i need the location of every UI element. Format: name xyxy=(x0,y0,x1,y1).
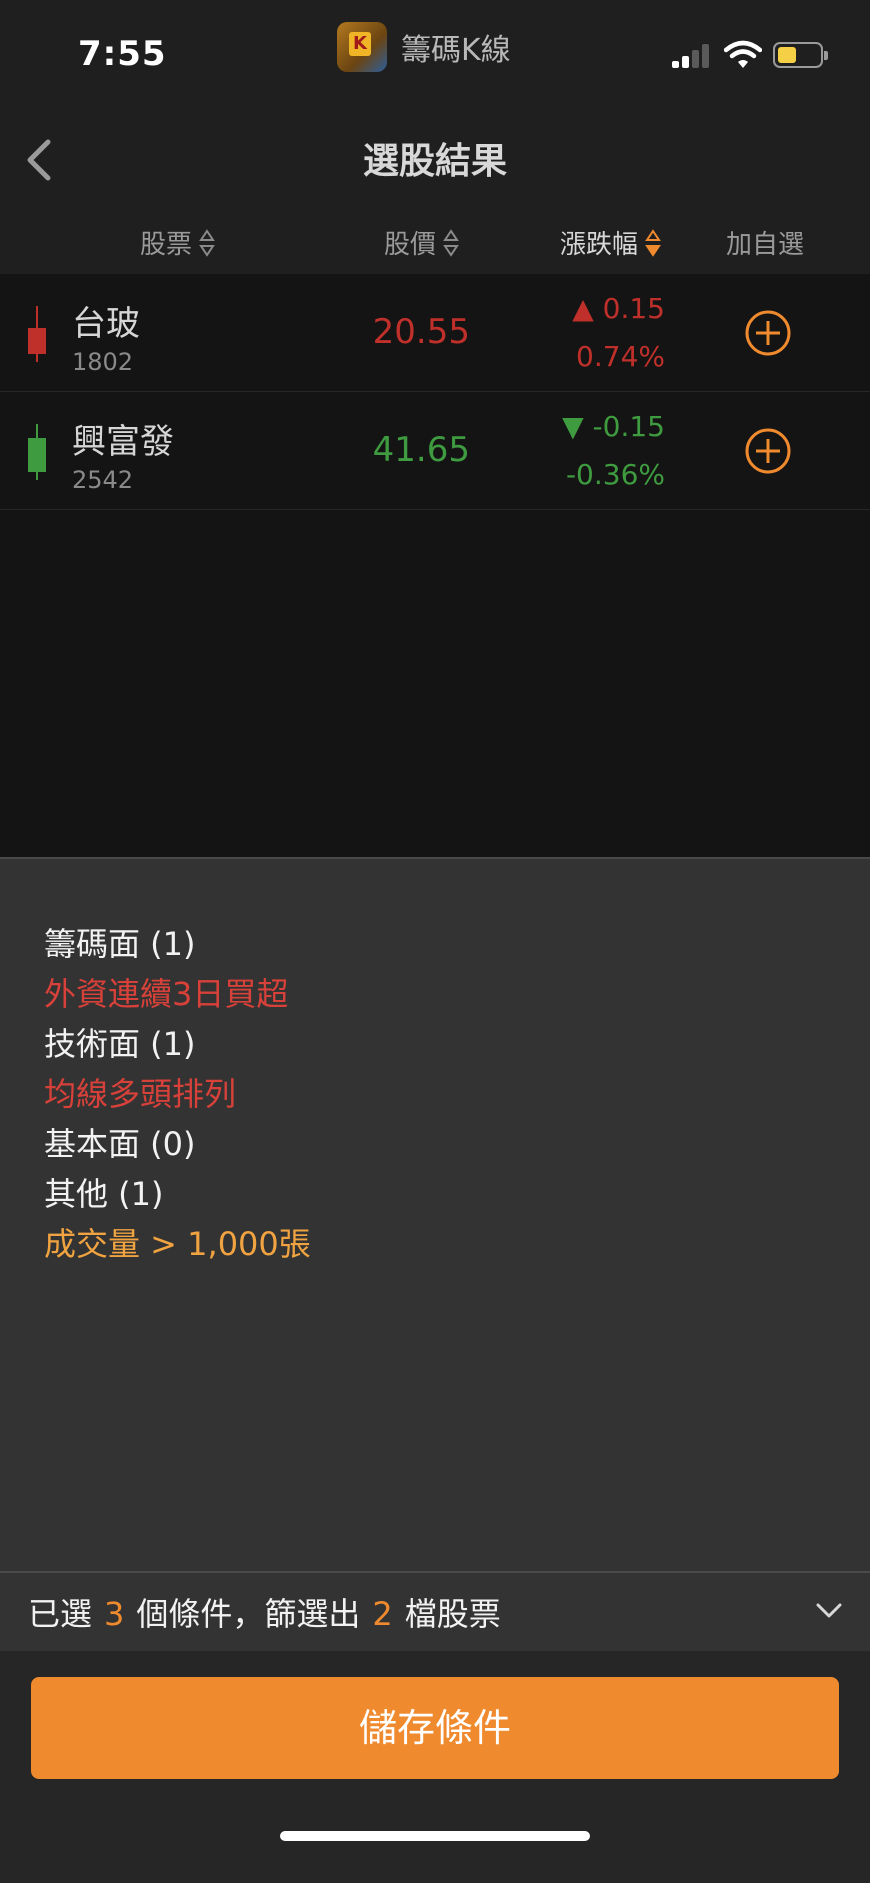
nav-bar: 選股結果 xyxy=(0,110,870,210)
candlestick-icon xyxy=(28,306,46,362)
change-amount: ▲ 0.15 xyxy=(572,292,665,325)
column-price-label: 股價 xyxy=(384,230,437,260)
column-headers: 股票 股價 漲跌幅 加自選 xyxy=(0,210,870,274)
condition-item: 成交量 > 1,000張 xyxy=(44,1225,311,1263)
change-amount: ▼ -0.15 xyxy=(562,410,665,443)
column-stock-label: 股票 xyxy=(140,230,193,260)
stock-name: 興富發 xyxy=(72,422,174,462)
sort-descending-icon xyxy=(645,228,661,257)
sort-by-price[interactable]: 股價 xyxy=(384,224,460,261)
home-indicator[interactable] xyxy=(280,1831,590,1841)
selected-count: 3 xyxy=(104,1595,125,1633)
stock-price: 41.65 xyxy=(372,430,470,470)
result-count: 2 xyxy=(372,1595,393,1633)
sort-by-stock[interactable]: 股票 xyxy=(140,224,216,261)
stock-code: 1802 xyxy=(72,348,134,376)
condition-category: 其他 (1) xyxy=(44,1175,164,1213)
filter-summary: 已選 3 個條件，篩選出 2 檔股票 xyxy=(28,1589,501,1635)
candlestick-icon xyxy=(28,424,46,480)
save-conditions-button[interactable]: 儲存條件 xyxy=(31,1677,839,1779)
summary-suffix: 檔股票 xyxy=(404,1595,501,1633)
condition-item: 外資連續3日買超 xyxy=(44,975,289,1013)
summary-prefix: 已選 xyxy=(28,1595,93,1633)
conditions-list: 籌碼面 (1) 外資連續3日買超 技術面 (1) 均線多頭排列 基本面 (0) … xyxy=(44,919,311,1269)
sort-icon xyxy=(199,228,215,257)
column-change-label: 漲跌幅 xyxy=(560,230,639,260)
screen: 7:55 K 籌碼K線 選股結果 股票 股價 漲跌幅 加自選 台玻 1802 2… xyxy=(0,0,870,1883)
stock-code: 2542 xyxy=(72,466,134,494)
status-time: 7:55 xyxy=(78,34,167,74)
sort-icon xyxy=(443,228,459,257)
change-percent: -0.36% xyxy=(565,458,665,491)
sort-by-change[interactable]: 漲跌幅 xyxy=(560,224,662,261)
stock-row[interactable]: 台玻 1802 20.55 ▲ 0.15 0.74% xyxy=(0,274,870,392)
page-title: 選股結果 xyxy=(362,141,507,182)
add-to-watchlist-button[interactable] xyxy=(744,309,792,357)
stock-price: 20.55 xyxy=(372,312,470,352)
wifi-icon xyxy=(724,40,762,68)
status-bar: 7:55 K 籌碼K線 xyxy=(0,0,870,110)
app-icon: K xyxy=(337,22,387,72)
battery-icon xyxy=(773,42,828,68)
condition-category: 基本面 (0) xyxy=(44,1125,196,1163)
filter-summary-bar[interactable]: 已選 3 個條件，篩選出 2 檔股票 xyxy=(0,1571,870,1651)
condition-item: 均線多頭排列 xyxy=(44,1075,237,1113)
app-name: 籌碼K線 xyxy=(401,33,511,68)
stock-row[interactable]: 興富發 2542 41.65 ▼ -0.15 -0.36% xyxy=(0,392,870,510)
add-to-watchlist-button[interactable] xyxy=(744,427,792,475)
condition-category: 籌碼面 (1) xyxy=(44,925,196,963)
conditions-panel: 籌碼面 (1) 外資連續3日買超 技術面 (1) 均線多頭排列 基本面 (0) … xyxy=(0,857,870,1571)
cellular-signal-icon xyxy=(672,44,714,68)
column-add-label: 加自選 xyxy=(726,230,805,260)
app-badge: K 籌碼K線 xyxy=(337,22,511,72)
change-percent: 0.74% xyxy=(576,340,665,373)
chevron-down-icon[interactable] xyxy=(814,1599,844,1623)
summary-middle: 個條件，篩選出 xyxy=(136,1595,361,1633)
stock-name: 台玻 xyxy=(72,304,140,344)
save-area: 儲存條件 xyxy=(0,1651,870,1807)
home-area xyxy=(0,1807,870,1883)
column-add-watchlist: 加自選 xyxy=(726,224,810,261)
condition-category: 技術面 (1) xyxy=(44,1025,196,1063)
